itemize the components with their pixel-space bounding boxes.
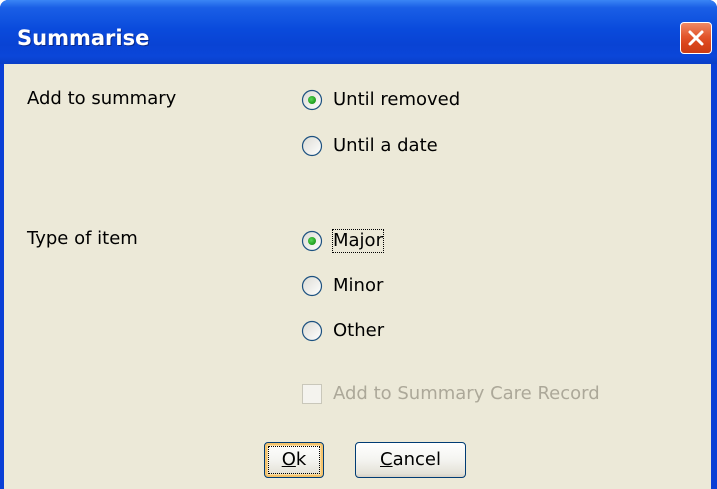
dialog-title: Summarise	[17, 26, 150, 50]
add-to-summary-label: Add to summary	[27, 88, 177, 109]
radio-until-removed-label[interactable]: Until removed	[333, 89, 460, 111]
close-button[interactable]	[680, 22, 712, 54]
ok-button[interactable]: Ok	[264, 442, 324, 478]
cancel-label-rest: ancel	[392, 449, 441, 470]
cancel-mnemonic: C	[380, 449, 393, 470]
type-of-item-label: Type of item	[27, 228, 138, 249]
radio-until-removed-control[interactable]	[301, 89, 323, 111]
radio-other-label[interactable]: Other	[333, 320, 384, 342]
title-bar[interactable]: Summarise	[0, 0, 717, 64]
radio-until-a-date-control[interactable]	[301, 135, 323, 157]
radio-minor-control[interactable]	[301, 275, 323, 297]
ok-focus-rect	[268, 446, 320, 474]
window-frame	[711, 64, 717, 489]
summary-care-record-checkbox	[302, 384, 322, 404]
close-icon	[688, 30, 704, 46]
summary-care-record-label: Add to Summary Care Record	[333, 383, 600, 404]
summarise-dialog: Summarise Add to summary Until removed U…	[0, 0, 717, 489]
radio-until-a-date-label[interactable]: Until a date	[333, 135, 438, 157]
radio-major-control[interactable]	[301, 230, 323, 252]
radio-minor-label[interactable]: Minor	[333, 275, 383, 297]
radio-other-control[interactable]	[301, 320, 323, 342]
cancel-button[interactable]: Cancel	[355, 442, 466, 478]
dialog-body: Add to summary Until removed Until a dat…	[4, 64, 711, 489]
radio-major-label[interactable]: Major	[332, 229, 384, 253]
